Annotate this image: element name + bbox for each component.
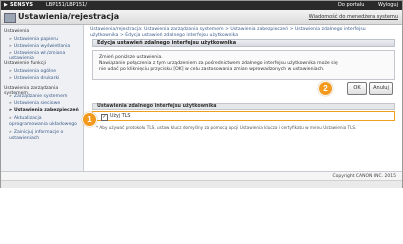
bullet-icon: »: [9, 101, 12, 106]
info-message: Zmień poniższe ustawienia. Nawiązanie po…: [92, 50, 395, 80]
tls-checkbox[interactable]: ✓: [101, 114, 108, 121]
ok-button[interactable]: OK: [347, 82, 367, 95]
callout-badge-1: 1: [82, 112, 97, 127]
sidebar-item-init[interactable]: » Zainicjuj informacje o ustawieniach: [9, 130, 79, 142]
sidebar: Ustawienia » Ustawienia papieru » Ustawien…: [1, 25, 84, 171]
bullet-icon: »: [9, 94, 12, 99]
logout-link[interactable]: Wyloguj: [378, 2, 398, 8]
sidebar-item-system-management[interactable]: » Zarządzanie systemem: [9, 94, 67, 99]
sidebar-item-firmware[interactable]: » Aktualizacja oprogramowania układowego: [9, 116, 79, 128]
tls-row: ✓ Użyj TLS: [92, 111, 395, 121]
tls-label: Użyj TLS: [110, 114, 131, 119]
settings-icon: [4, 13, 16, 23]
bullet-icon: »: [9, 116, 12, 121]
sidebar-item-general[interactable]: » Ustawienia ogólne: [9, 69, 56, 74]
cancel-button[interactable]: Anuluj: [369, 82, 393, 95]
section-header: Ustawienia zdalnego interfejsu użytkowni…: [92, 103, 395, 110]
callout-badge-2: 2: [318, 81, 333, 96]
page-header: Ustawienia/rejestracja Wiadomość do mene…: [1, 10, 402, 25]
bottom-bar: [1, 180, 402, 188]
brand-logo: ▶ SENSYS: [4, 2, 34, 8]
bullet-icon: »: [9, 44, 12, 49]
sidebar-section-settings: Ustawienia: [4, 29, 30, 34]
bullet-icon: »: [9, 130, 12, 135]
bullet-icon: »: [9, 108, 12, 113]
tls-note: * Aby używać protokołu TLS, ustaw klucz …: [96, 125, 357, 130]
message-line-2: Nawiązanie połączenia z tym urządzeniem …: [99, 61, 338, 72]
top-bar: ▶ SENSYS LBP151/LBP151/ Do portalu Wylog…: [1, 1, 402, 10]
sidebar-item-security[interactable]: » Ustawienia zabezpieczeń: [9, 108, 79, 113]
sidebar-item-paper[interactable]: » Ustawienia papieru: [9, 37, 58, 42]
sidebar-section-functions: Ustawienie funkcji: [4, 61, 46, 66]
browser-frame: ▶ SENSYS LBP151/LBP151/ Do portalu Wylog…: [0, 0, 403, 188]
bullet-icon: »: [9, 76, 12, 81]
bullet-icon: »: [9, 69, 12, 74]
device-name: LBP151/LBP151/: [46, 2, 87, 8]
breadcrumb[interactable]: Ustawienia/rejestracja: Ustawienia zarzą…: [90, 27, 390, 39]
sidebar-item-timer[interactable]: » Ustawienia wł./zmiana ustawienia: [9, 51, 83, 61]
portal-link[interactable]: Do portalu: [338, 2, 364, 8]
sidebar-item-printer[interactable]: » Ustawienia drukarki: [9, 76, 59, 81]
page-heading: Ustawienia/rejestracja: [18, 12, 120, 21]
sidebar-item-display[interactable]: » Ustawienia wyświetlania: [9, 44, 70, 49]
sidebar-item-network[interactable]: » Ustawienia sieciowe: [9, 101, 60, 106]
copyright: Copyright CANON INC. 2015: [332, 174, 397, 179]
bullet-icon: »: [9, 37, 12, 42]
admin-message-link[interactable]: Wiadomość do menedżera systemu: [309, 14, 398, 20]
page-title: Edycja ustawień zdalnego interfejsu użyt…: [92, 39, 395, 47]
top-links: Do portalu Wyloguj: [326, 2, 398, 8]
